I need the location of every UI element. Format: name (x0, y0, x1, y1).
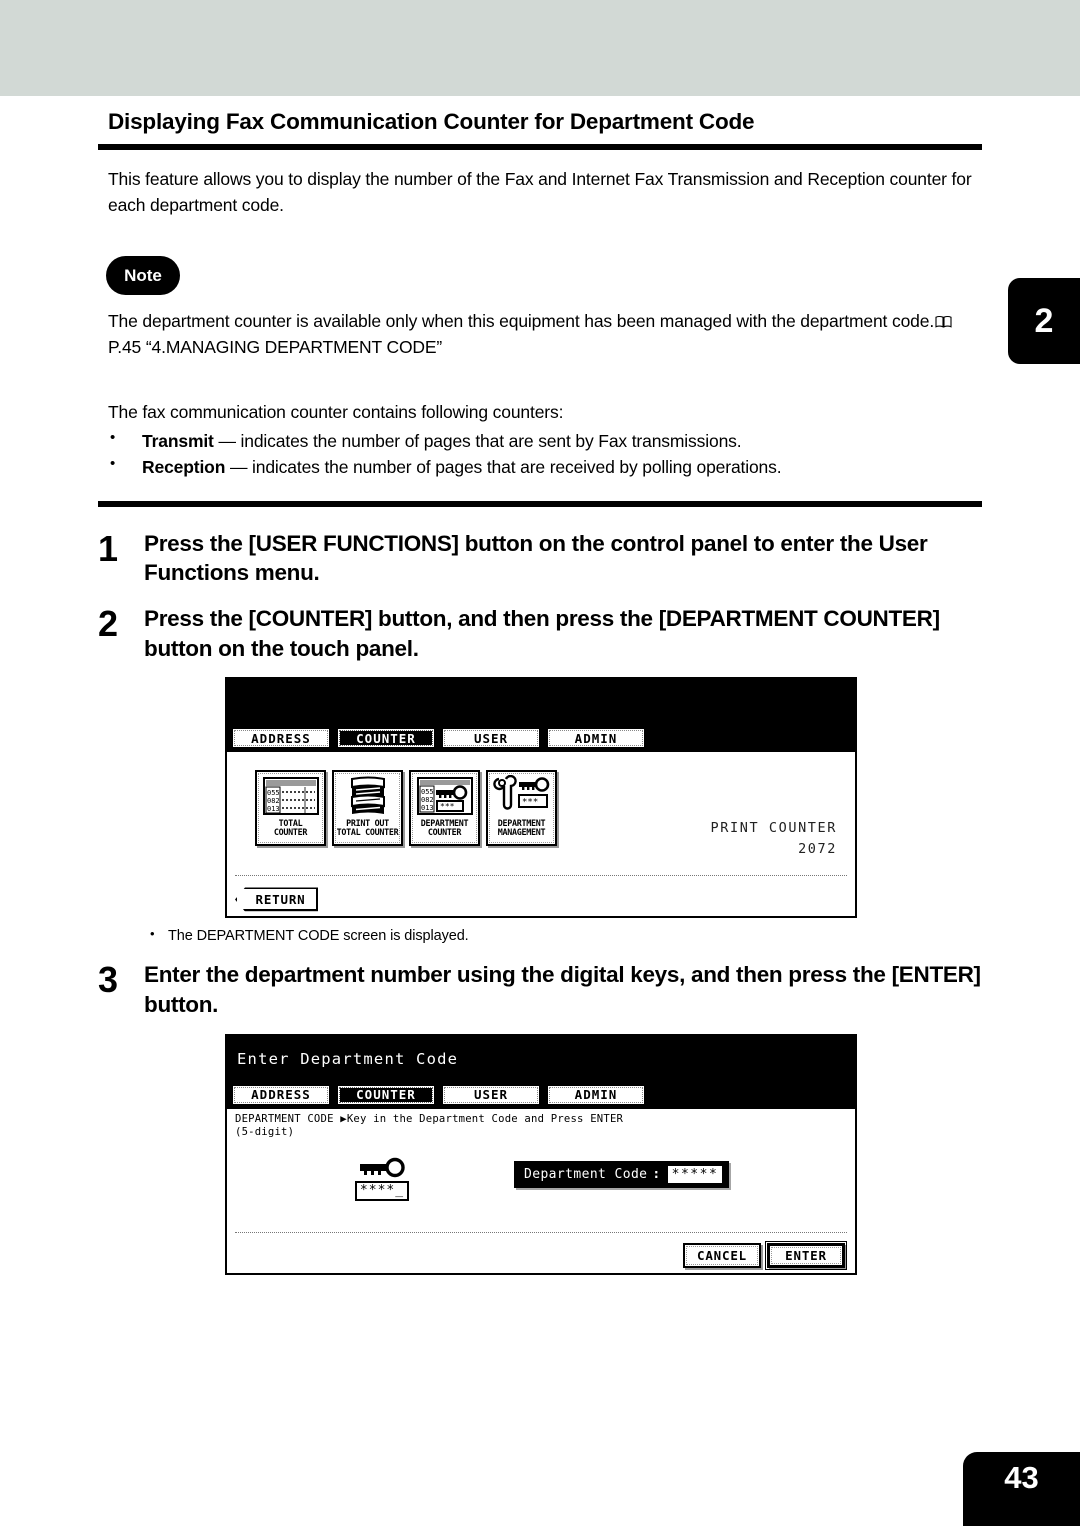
panel2-title: Enter Department Code (237, 1049, 459, 1068)
counter-dash: — (225, 457, 253, 478)
svg-text:082: 082 (421, 796, 434, 804)
svg-text:013: 013 (421, 804, 434, 812)
department-code-field-value[interactable]: ***** (666, 1164, 724, 1184)
panel2-header: Enter Department Code ADDRESS COUNTER US… (227, 1035, 855, 1109)
print-out-total-counter-label: PRINT OUT TOTAL COUNTER (336, 818, 399, 838)
svg-text:013: 013 (267, 805, 280, 813)
department-management-icon: ***_ (492, 775, 549, 811)
step-2-number: 2 (98, 603, 119, 645)
print-counter-label: PRINT COUNTER (710, 820, 837, 837)
note-text-main: The department counter is available only… (108, 311, 935, 332)
panel2-body: DEPARTMENT CODE ▶Key in the Department C… (227, 1108, 855, 1273)
page-number-tab: 43 (963, 1452, 1080, 1526)
step-2-sub-note: The DEPARTMENT CODE screen is displayed. (146, 926, 982, 944)
panel2-button-row: CANCEL ENTER (683, 1240, 847, 1270)
touch-panel-enter-department-code: Enter Department Code ADDRESS COUNTER US… (225, 1033, 857, 1275)
panel1-body: 055 082 013 TOTAL COUNTER PRINT OUT TOTA… (227, 752, 855, 917)
department-counter-label: DEPARTMENT COUNTER (420, 818, 469, 838)
page-content: Displaying Fax Communication Counter for… (98, 108, 982, 1275)
tab-counter[interactable]: COUNTER (336, 1083, 436, 1106)
total-counter-icon: 055 082 013 (262, 777, 319, 816)
panel1-tab-row: ADDRESS COUNTER USER ADMIN (231, 727, 646, 750)
list-item: Transmit — indicates the number of pages… (108, 427, 982, 454)
tab-user[interactable]: USER (441, 1083, 541, 1106)
step-3-number: 3 (98, 959, 119, 1001)
department-code-prompt: DEPARTMENT CODE ▶Key in the Department C… (235, 1112, 624, 1139)
enter-button[interactable]: ENTER (765, 1240, 847, 1270)
page-title: Displaying Fax Communication Counter for… (108, 109, 755, 134)
tab-admin[interactable]: ADMIN (546, 1083, 646, 1106)
touch-panel-counter-menu: ADDRESS COUNTER USER ADMIN 055 082 013 T… (225, 677, 857, 919)
department-management-button[interactable]: ***_ DEPARTMENT MANAGEMENT (486, 770, 557, 847)
department-counter-button[interactable]: 055 082 013 ***_ DEPARTMENT COUNTER (409, 770, 480, 847)
title-rule (98, 144, 982, 150)
step-1: 1 Press the [USER FUNCTIONS] button on t… (98, 529, 982, 588)
panel1-header: ADDRESS COUNTER USER ADMIN (227, 679, 855, 753)
counter-desc: indicates the number of pages that are r… (252, 457, 782, 478)
intro-paragraph: This feature allows you to display the n… (108, 169, 972, 215)
step-3-text: Enter the department number using the di… (144, 962, 981, 1018)
tab-admin[interactable]: ADMIN (546, 727, 646, 750)
department-management-label: DEPARTMENT MANAGEMENT (497, 818, 546, 838)
department-code-field-label: Department Code (524, 1166, 648, 1182)
note-badge: Note (106, 256, 180, 296)
cancel-button[interactable]: CANCEL (683, 1242, 761, 1268)
step-2: 2 Press the [COUNTER] button, and then p… (98, 604, 982, 663)
counters-lead: The fax communication counter contains f… (108, 402, 564, 423)
tab-address[interactable]: ADDRESS (231, 727, 331, 750)
tab-user[interactable]: USER (441, 727, 541, 750)
book-icon (935, 316, 952, 328)
department-code-field-colon: : (652, 1166, 661, 1182)
step-1-number: 1 (98, 527, 119, 569)
svg-text:082: 082 (267, 797, 280, 805)
svg-text:055: 055 (421, 788, 434, 796)
return-button[interactable]: RETURN (235, 887, 318, 912)
counter-desc: indicates the number of pages that are s… (240, 431, 742, 452)
counter-dash: — (213, 431, 241, 452)
print-out-total-counter-icon (350, 776, 385, 815)
department-counter-icon: 055 082 013 ***_ (416, 777, 473, 816)
counter-term: Reception (142, 457, 226, 478)
counter-list: Transmit — indicates the number of pages… (98, 427, 982, 481)
total-counter-button[interactable]: 055 082 013 TOTAL COUNTER (255, 770, 326, 847)
svg-text:***_: ***_ (440, 802, 459, 811)
svg-text:***_: ***_ (522, 798, 544, 808)
tab-address[interactable]: ADDRESS (231, 1083, 331, 1106)
chapter-tab: 2 (1008, 278, 1080, 364)
top-decorative-band (0, 0, 1080, 96)
svg-text:055: 055 (267, 789, 280, 797)
print-counter-value: 2072 (798, 840, 837, 857)
tab-counter[interactable]: COUNTER (336, 727, 436, 750)
step-1-text: Press the [USER FUNCTIONS] button on the… (144, 530, 928, 586)
key-code-box: ****_ (354, 1180, 410, 1202)
step-3: 3 Enter the department number using the … (98, 960, 982, 1019)
note-text: The department counter is available only… (108, 309, 982, 360)
panel2-divider (235, 1231, 847, 1233)
total-counter-label: TOTAL COUNTER (273, 818, 308, 838)
department-code-field[interactable]: Department Code : ***** (514, 1160, 730, 1188)
key-code-illustration: ****_ (349, 1157, 415, 1202)
print-counter-readout: PRINT COUNTER 2072 (711, 818, 837, 859)
print-out-total-counter-button[interactable]: PRINT OUT TOTAL COUNTER (332, 770, 403, 847)
list-item: Reception — indicates the number of page… (108, 453, 982, 480)
counter-term: Transmit (142, 431, 214, 452)
note-reference: P.45 “4.MANAGING DEPARTMENT CODE” (108, 336, 443, 357)
section-rule (98, 500, 982, 507)
key-icon (360, 1157, 405, 1178)
counter-icon-row: 055 082 013 TOTAL COUNTER PRINT OUT TOTA… (255, 770, 557, 847)
panel1-divider (235, 875, 847, 877)
panel2-tab-row: ADDRESS COUNTER USER ADMIN (231, 1083, 646, 1106)
step-2-text: Press the [COUNTER] button, and then pre… (144, 606, 940, 661)
